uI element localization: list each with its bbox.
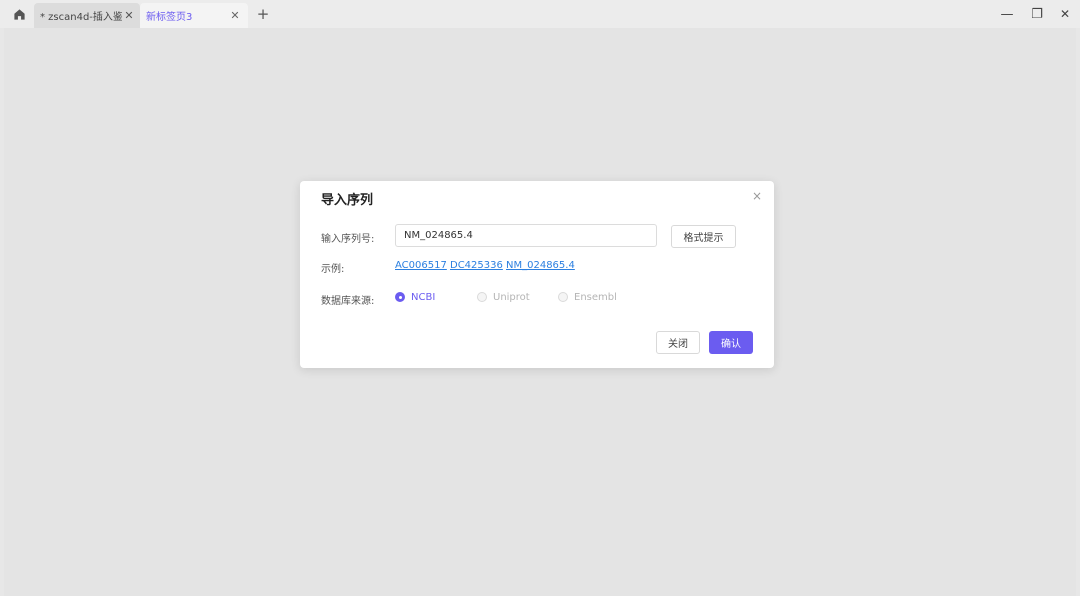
radio-label: Ensembl (574, 291, 617, 303)
import-sequence-dialog: 导入序列 × 输入序列号: 格式提示 示例: AC006517 DC425336… (300, 181, 774, 368)
home-button[interactable] (8, 5, 30, 23)
radio-dot (558, 292, 568, 302)
radio-ncbi[interactable]: NCBI (395, 290, 435, 304)
radio-dot (477, 292, 487, 302)
radio-dot (395, 292, 405, 302)
tab-close-icon[interactable]: ✕ (228, 9, 242, 22)
radio-uniprot[interactable]: Uniprot (477, 290, 530, 304)
tab-new-tab-3[interactable]: 新标签页3 ✕ (140, 3, 248, 28)
window-close-button[interactable]: ✕ (1056, 6, 1074, 22)
tab-zscan4d[interactable]: * zscan4d-插入鉴... ✕ (34, 3, 140, 28)
example-label: 示例: (321, 264, 345, 275)
minimize-button[interactable]: — (998, 6, 1016, 22)
new-tab-button[interactable]: + (255, 5, 271, 23)
title-bar: * zscan4d-插入鉴... ✕ 新标签页3 ✕ + — ❐ ✕ (0, 0, 1080, 28)
example-link[interactable]: AC006517 (395, 260, 447, 271)
sequence-input[interactable] (395, 224, 657, 247)
radio-ensembl[interactable]: Ensembl (558, 290, 617, 304)
radio-label: NCBI (411, 291, 436, 303)
sequence-input-label: 输入序列号: (321, 234, 375, 245)
tab-label: 新标签页3 (146, 12, 193, 23)
radio-label: Uniprot (493, 291, 530, 303)
database-source-label: 数据库来源: (321, 296, 375, 307)
restore-button[interactable]: ❐ (1028, 6, 1046, 22)
tab-label: * zscan4d-插入鉴... (40, 12, 122, 23)
confirm-button[interactable]: 确认 (709, 331, 753, 354)
home-icon (13, 8, 25, 20)
tab-close-icon[interactable]: ✕ (122, 9, 136, 22)
close-button[interactable]: 关闭 (656, 331, 700, 354)
dialog-title: 导入序列 (321, 193, 374, 208)
dialog-close-icon[interactable]: × (752, 189, 762, 203)
format-hint-button[interactable]: 格式提示 (671, 225, 736, 248)
example-link[interactable]: NM_024865.4 (506, 260, 575, 271)
example-link[interactable]: DC425336 (450, 260, 503, 271)
